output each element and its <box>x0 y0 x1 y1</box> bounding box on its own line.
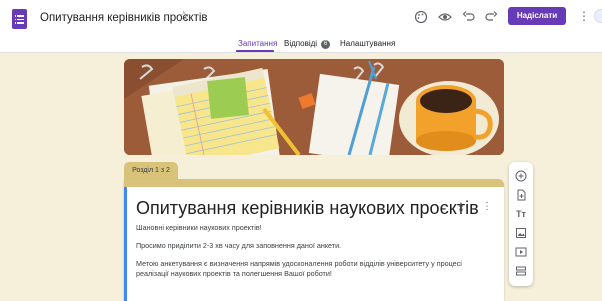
tab-bar: Запитання Відповіді 6 Налаштування <box>0 37 602 53</box>
add-image-icon[interactable] <box>515 227 527 239</box>
tab-responses[interactable]: Відповіді <box>284 39 317 48</box>
form-description-line[interactable]: Шановні керівники наукових проектів! <box>136 223 262 233</box>
undo-icon[interactable] <box>462 10 476 24</box>
form-description-line[interactable]: Метою анкетування є визначення напрямів … <box>136 259 462 269</box>
more-vert-icon[interactable]: ⋮ <box>482 201 492 213</box>
form-header-card[interactable]: Опитування керівників наукових проєктів … <box>124 179 504 301</box>
import-questions-icon[interactable] <box>515 189 527 201</box>
palette-icon[interactable] <box>414 10 428 24</box>
card-focus-accent <box>124 187 127 301</box>
eye-icon[interactable] <box>438 10 452 24</box>
form-description-line[interactable]: Просимо приділити 2-3 хв часу для заповн… <box>136 241 341 251</box>
forms-logo-icon[interactable] <box>12 9 27 29</box>
add-video-icon[interactable] <box>515 246 527 258</box>
redo-icon[interactable] <box>484 10 498 24</box>
form-description-line[interactable]: реалізації наукових проектів та полегшен… <box>136 269 332 279</box>
avatar[interactable] <box>594 9 602 23</box>
tab-questions[interactable]: Запитання <box>238 39 277 48</box>
responses-count-badge: 6 <box>321 40 330 49</box>
active-tab-indicator <box>236 50 274 52</box>
form-title[interactable]: Опитування керівників наукових проєктів <box>136 198 479 219</box>
add-question-icon[interactable] <box>515 170 527 182</box>
top-app-bar: Опитування керівників проєктів ☆ Надісла… <box>0 0 602 37</box>
add-title-icon[interactable]: Tт <box>515 208 527 220</box>
collapse-icon[interactable]: ˄ ˅ <box>456 201 466 216</box>
header-image <box>124 59 504 155</box>
star-icon[interactable]: ☆ <box>178 9 192 23</box>
more-vert-icon[interactable]: ⋮ <box>578 9 590 23</box>
floating-toolbar: Tт <box>509 162 533 286</box>
send-button[interactable]: Надіслати <box>508 7 566 25</box>
section-badge: Розділ 1 з 2 <box>124 162 178 179</box>
add-section-icon[interactable] <box>515 265 527 277</box>
tab-settings[interactable]: Налаштування <box>340 39 395 48</box>
